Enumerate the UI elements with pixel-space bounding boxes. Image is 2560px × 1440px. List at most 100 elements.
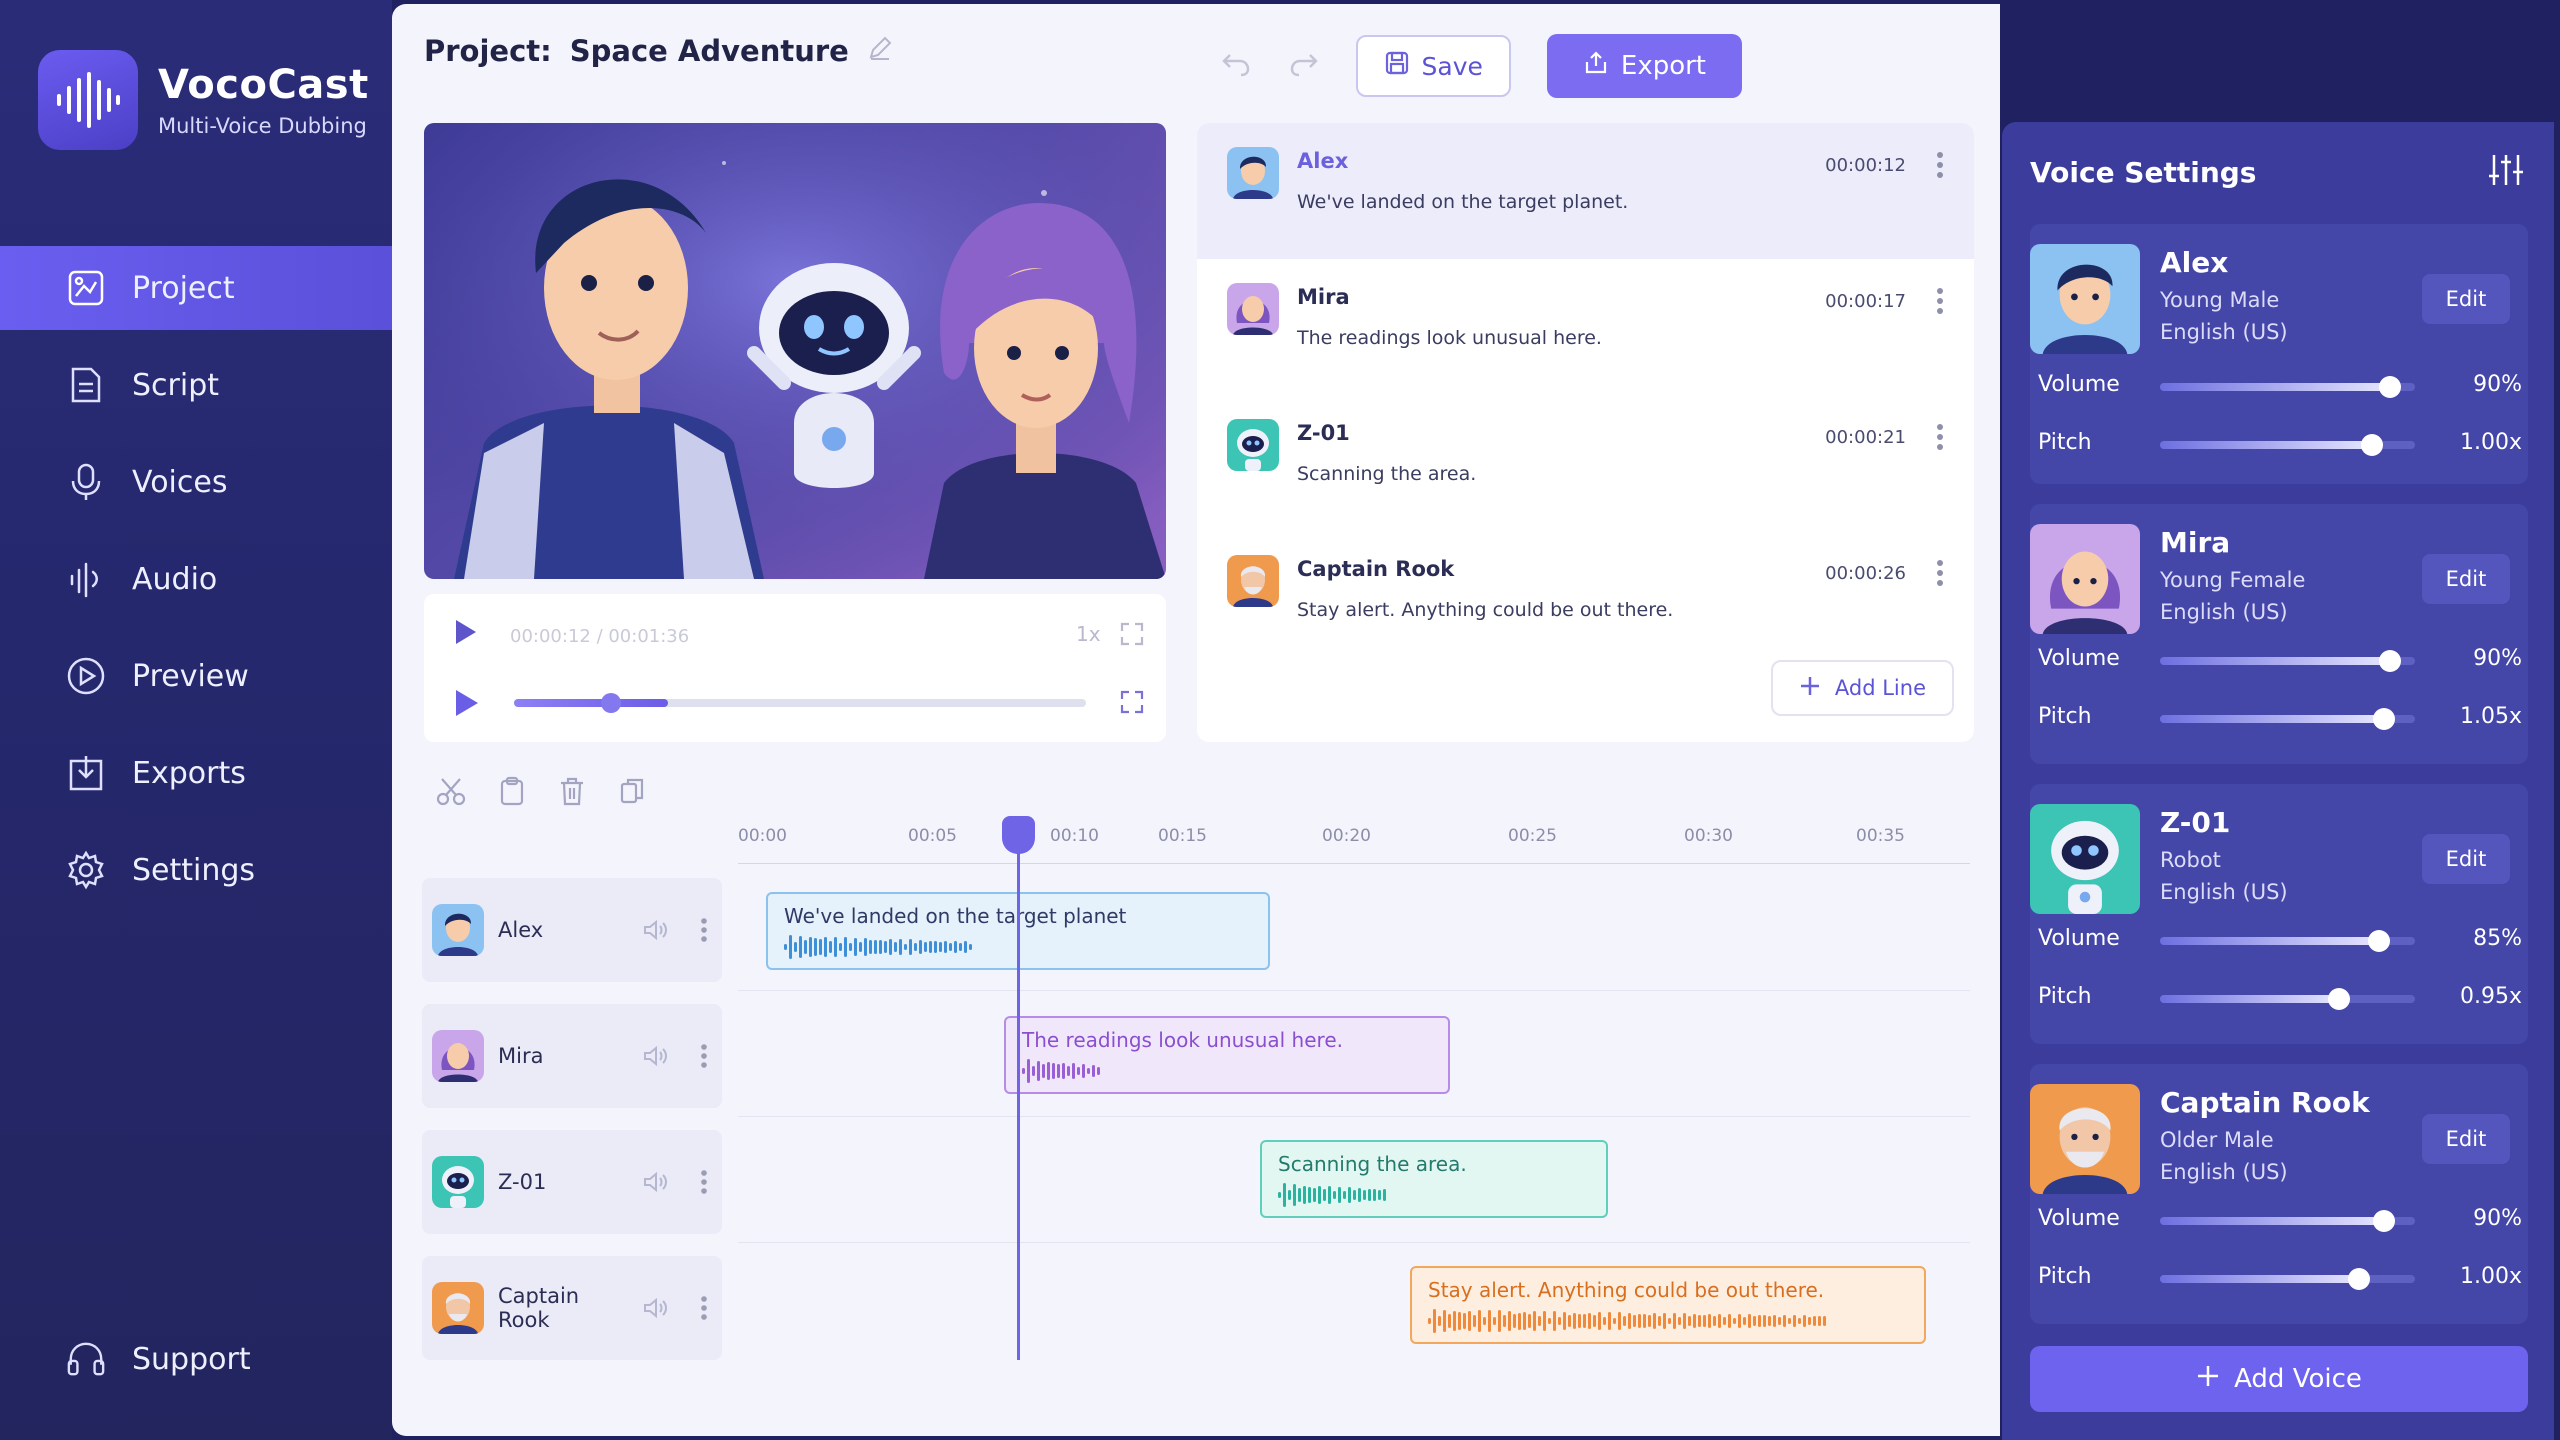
playback-speed[interactable]: 1x — [1076, 622, 1101, 646]
video-preview[interactable] — [424, 123, 1166, 579]
audio-clip-captain-rook[interactable]: Stay alert. Anything could be out there. — [1410, 1266, 1926, 1344]
waveform-bar — [1518, 1312, 1521, 1330]
volume-slider[interactable] — [2160, 650, 2415, 672]
pitch-slider[interactable] — [2160, 988, 2415, 1010]
add-line-button[interactable]: Add Line — [1770, 660, 1954, 716]
slider-handle[interactable] — [2368, 930, 2391, 952]
more-options-icon[interactable] — [686, 1295, 722, 1321]
slider-handle[interactable] — [2378, 376, 2401, 398]
waveform-bar — [1313, 1187, 1316, 1203]
nav-item-project[interactable]: Project — [0, 246, 392, 330]
waveform-bar — [1082, 1063, 1085, 1079]
more-options-icon[interactable] — [1936, 287, 1944, 319]
playback-scrubber[interactable] — [514, 693, 1086, 713]
trash-icon[interactable] — [558, 776, 586, 810]
pitch-slider[interactable] — [2160, 434, 2415, 456]
timeline-playhead[interactable] — [1002, 816, 1035, 1360]
copy-icon[interactable] — [618, 776, 646, 810]
volume-slider[interactable] — [2160, 1210, 2415, 1232]
slider-handle[interactable] — [2347, 1268, 2370, 1290]
scrubber-handle[interactable] — [601, 693, 622, 713]
play-icon[interactable] — [452, 618, 478, 650]
nav-item-label: Audio — [132, 561, 218, 597]
nav-item-script[interactable]: Script — [0, 343, 392, 427]
brand[interactable]: VocoCast Multi-Voice Dubbing — [38, 50, 369, 150]
slider-handle[interactable] — [2373, 708, 2396, 730]
volume-slider[interactable] — [2160, 930, 2415, 952]
edit-voice-button[interactable]: Edit — [2422, 1114, 2510, 1164]
nav-item-exports[interactable]: Exports — [0, 731, 392, 815]
waveform-bar — [1293, 1184, 1296, 1206]
more-options-icon[interactable] — [686, 1043, 722, 1069]
voice-language: English (US) — [2160, 880, 2288, 904]
timeline-ruler[interactable]: 00:00 00:05 00:10 00:15 00:20 00:25 00:3… — [738, 826, 1970, 866]
speaker-icon[interactable] — [640, 919, 672, 941]
line-text: Stay alert. Anything could be out there. — [1297, 599, 1674, 621]
edit-voice-button[interactable]: Edit — [2422, 554, 2510, 604]
waveform-bar — [884, 941, 887, 953]
pitch-value: 1.05x — [2459, 704, 2522, 729]
nav-item-preview[interactable]: Preview — [0, 634, 392, 718]
voice-card-captain-rook: Captain Rook Older Male English (US) Edi… — [2030, 1064, 2528, 1324]
pitch-slider[interactable] — [2160, 1268, 2415, 1290]
clipboard-icon[interactable] — [498, 776, 526, 810]
add-line-label: Add Line — [1834, 676, 1926, 700]
nav-item-settings[interactable]: Settings — [0, 828, 392, 912]
slider-handle[interactable] — [2360, 434, 2383, 456]
more-options-icon[interactable] — [1936, 423, 1944, 455]
waveform-bar — [924, 942, 927, 952]
speaker-icon[interactable] — [640, 1171, 672, 1193]
project-title[interactable]: Space Adventure — [570, 34, 849, 68]
pitch-slider[interactable] — [2160, 708, 2415, 730]
audio-clip-mira[interactable]: The readings look unusual here. — [1004, 1016, 1450, 1094]
app-name: VocoCast — [158, 62, 369, 108]
fullscreen-icon[interactable] — [1118, 688, 1146, 720]
volume-slider[interactable] — [2160, 376, 2415, 398]
pitch-value: 1.00x — [2459, 430, 2522, 455]
track-header-z01[interactable]: Z-01 — [422, 1130, 722, 1234]
track-header-alex[interactable]: Alex — [422, 878, 722, 982]
more-options-icon[interactable] — [1936, 559, 1944, 591]
speaker-icon[interactable] — [640, 1045, 672, 1067]
waveform-bar — [799, 936, 802, 958]
volume-label: Volume — [2038, 372, 2120, 397]
more-options-icon[interactable] — [686, 1169, 722, 1195]
slider-fill — [2160, 715, 2385, 723]
edit-voice-button[interactable]: Edit — [2422, 834, 2510, 884]
pitch-row: Pitch 1.00x — [2038, 424, 2522, 464]
export-button[interactable]: Export — [1546, 34, 1742, 98]
nav-item-voices[interactable]: Voices — [0, 440, 392, 524]
waveform — [1022, 1058, 1100, 1084]
nav-item-support[interactable]: Support — [0, 1319, 251, 1399]
speaker-icon[interactable] — [640, 1297, 672, 1319]
expand-icon[interactable] — [1118, 620, 1146, 652]
waveform-bar — [1343, 1191, 1346, 1199]
script-line[interactable]: Mira The readings look unusual here. 00:… — [1197, 259, 1974, 395]
slider-handle[interactable] — [2378, 650, 2401, 672]
track-header-mira[interactable]: Mira — [422, 1004, 722, 1108]
more-options-icon[interactable] — [1936, 151, 1944, 183]
waveform-bar — [849, 943, 852, 951]
undo-icon[interactable] — [1220, 50, 1252, 82]
track-header-captain-rook[interactable]: Captain Rook — [422, 1256, 722, 1360]
slider-handle[interactable] — [2373, 1210, 2396, 1232]
sliders-adjust-icon[interactable] — [2488, 152, 2524, 192]
nav-item-audio[interactable]: Audio — [0, 537, 392, 621]
play-icon[interactable] — [452, 688, 480, 722]
add-voice-button[interactable]: Add Voice — [2030, 1346, 2528, 1412]
waveform-bar — [1703, 1314, 1706, 1328]
waveform-bar — [1318, 1186, 1321, 1204]
slider-handle[interactable] — [2327, 988, 2350, 1010]
more-options-icon[interactable] — [686, 917, 722, 943]
redo-icon[interactable] — [1288, 50, 1320, 82]
volume-value: 90% — [2473, 1206, 2522, 1231]
script-line[interactable]: Captain Rook Stay alert. Anything could … — [1197, 531, 1974, 667]
save-button[interactable]: Save — [1355, 35, 1511, 97]
pencil-icon[interactable] — [867, 34, 893, 68]
audio-clip-z01[interactable]: Scanning the area. — [1260, 1140, 1608, 1218]
edit-voice-button[interactable]: Edit — [2422, 274, 2510, 324]
playhead-handle[interactable] — [1002, 816, 1035, 854]
scissors-icon[interactable] — [436, 776, 466, 810]
script-line[interactable]: Z-01 Scanning the area. 00:00:21 — [1197, 395, 1974, 531]
script-line[interactable]: Alex We've landed on the target planet. … — [1197, 123, 1974, 259]
